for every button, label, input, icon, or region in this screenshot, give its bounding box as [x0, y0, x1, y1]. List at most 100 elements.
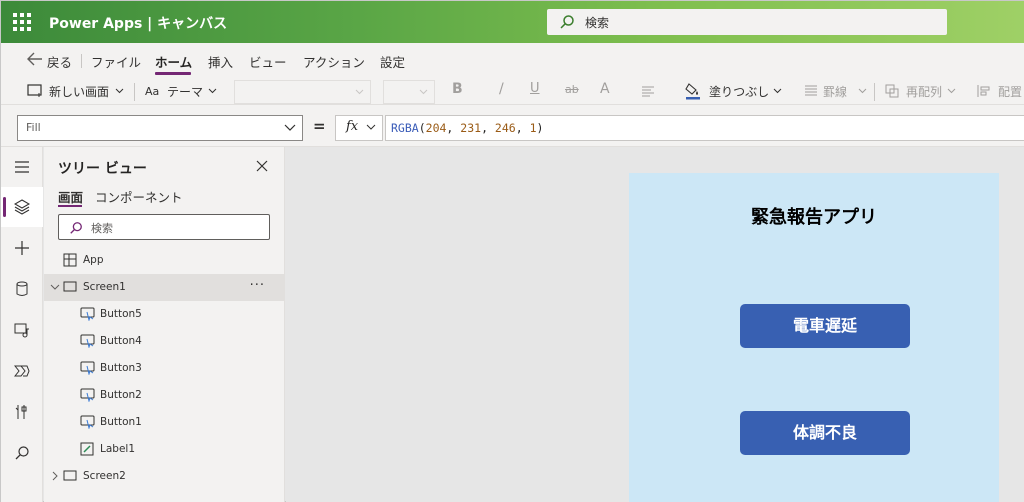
- label-control-icon: [80, 442, 94, 456]
- menu-divider: [81, 54, 82, 68]
- chevron-right-icon[interactable]: [50, 471, 60, 481]
- tree-node-label: Button2: [100, 389, 142, 401]
- tree-node-button4[interactable]: Button4: [44, 328, 285, 355]
- font-color-button[interactable]: A: [600, 81, 610, 97]
- tree-node-label: Button1: [100, 416, 142, 428]
- button-control-icon: [80, 307, 95, 321]
- formula-input[interactable]: RGBA(204, 231, 246, 1): [385, 115, 1024, 141]
- button-control-icon: [80, 361, 95, 375]
- app-heading-label[interactable]: 緊急報告アプリ: [629, 203, 999, 229]
- tree-view-title: ツリー ビュー: [58, 161, 147, 177]
- ribbon-divider: [874, 83, 875, 101]
- chevron-down-icon: [208, 88, 217, 94]
- underline-button[interactable]: U: [530, 81, 540, 96]
- border-icon: [805, 85, 817, 96]
- tree-search-placeholder: 検索: [91, 222, 113, 235]
- paint-bucket-icon: [685, 83, 700, 100]
- menu-insert[interactable]: 挿入: [208, 52, 233, 71]
- app-screen-preview[interactable]: 緊急報告アプリ 電車遅延 体調不良: [629, 173, 999, 502]
- tree-node-label1[interactable]: Label1: [44, 436, 285, 463]
- tree-search-input[interactable]: 検索: [58, 214, 270, 240]
- svg-text:Aa: Aa: [145, 85, 159, 98]
- tree-node-button1[interactable]: Button1: [44, 409, 285, 436]
- search-placeholder: 検索: [585, 16, 610, 30]
- menu-settings[interactable]: 設定: [380, 52, 405, 71]
- tab-components[interactable]: コンポーネント: [95, 187, 183, 206]
- power-automate-icon[interactable]: [1, 351, 43, 391]
- active-menu-indicator: [155, 72, 191, 75]
- tree-node-label: Button3: [100, 362, 142, 374]
- ribbon-divider: [134, 83, 135, 101]
- chevron-down-icon: [355, 89, 364, 95]
- search-icon[interactable]: [1, 433, 43, 473]
- tree-node-label: Button5: [100, 308, 142, 320]
- layers-icon[interactable]: [1, 187, 43, 227]
- menu-home[interactable]: ホーム: [155, 52, 192, 71]
- tree-node-label: Button4: [100, 335, 142, 347]
- chevron-down-icon: [947, 88, 956, 94]
- bold-button[interactable]: B: [452, 81, 463, 97]
- new-screen-icon: [27, 84, 42, 97]
- font-family-dropdown[interactable]: [234, 80, 371, 104]
- align-button[interactable]: 配置: [998, 83, 1022, 100]
- tree-node-label: App: [83, 254, 104, 266]
- tab-screens[interactable]: 画面: [58, 187, 83, 206]
- reorder-icon: [885, 84, 899, 98]
- chevron-down-icon: [115, 88, 124, 94]
- property-dropdown[interactable]: Fill: [17, 115, 303, 141]
- left-nav-rail: [1, 147, 43, 502]
- tree-node-button3[interactable]: Button3: [44, 355, 285, 382]
- media-icon[interactable]: [1, 310, 43, 350]
- tree-node-label: Screen2: [83, 470, 126, 482]
- tools-icon[interactable]: [1, 392, 43, 432]
- theme-button[interactable]: テーマ: [167, 83, 203, 100]
- formula-text: RGBA(204, 231, 246, 1): [391, 121, 544, 135]
- reorder-button[interactable]: 再配列: [906, 83, 942, 100]
- chevron-down-icon: [284, 124, 296, 131]
- chevron-down-icon: [366, 124, 376, 130]
- chevron-down-icon[interactable]: [50, 282, 60, 292]
- search-icon: [560, 15, 574, 29]
- property-value: Fill: [26, 121, 41, 134]
- menu-bar: 戻る ファイル ホーム 挿入 ビュー アクション 設定: [1, 43, 1024, 77]
- more-options-button[interactable]: ···: [250, 278, 265, 293]
- chevron-down-icon: [858, 88, 867, 94]
- strikethrough-button[interactable]: ab: [565, 83, 579, 96]
- global-search-input[interactable]: 検索: [547, 9, 947, 35]
- fill-button[interactable]: 塗りつぶし: [709, 83, 769, 100]
- menu-action[interactable]: アクション: [303, 52, 365, 71]
- tree-node-app[interactable]: App: [44, 247, 285, 274]
- menu-file[interactable]: ファイル: [91, 52, 141, 71]
- active-tab-indicator: [58, 205, 82, 207]
- tree-node-button5[interactable]: Button5: [44, 301, 285, 328]
- italic-button[interactable]: /: [499, 81, 504, 97]
- border-button[interactable]: 罫線: [823, 83, 847, 100]
- button-control-icon: [80, 334, 95, 348]
- fx-icon: fx: [346, 119, 359, 134]
- tree-node-screen1[interactable]: Screen1 ···: [44, 274, 285, 301]
- app-icon: [63, 253, 77, 267]
- insert-plus-icon[interactable]: [1, 228, 43, 268]
- font-size-dropdown[interactable]: [383, 80, 435, 104]
- back-button[interactable]: 戻る: [47, 52, 72, 71]
- close-icon[interactable]: [256, 160, 268, 172]
- back-arrow-icon[interactable]: [27, 52, 43, 66]
- app-title: Power Apps | キャンバス: [49, 16, 228, 32]
- tree-node-screen2[interactable]: Screen2: [44, 463, 285, 490]
- ribbon-toolbar: 新しい画面 Aa テーマ B / U ab A 塗りつぶし 罫線 再配列 配置: [1, 77, 1024, 105]
- search-icon: [70, 222, 82, 234]
- menu-icon[interactable]: [1, 147, 43, 187]
- formula-bar: Fill = fx RGBA(204, 231, 246, 1): [1, 105, 1024, 147]
- illness-button[interactable]: 体調不良: [740, 411, 910, 455]
- new-screen-button[interactable]: 新しい画面: [49, 83, 109, 100]
- function-button[interactable]: fx: [335, 115, 383, 141]
- text-align-icon[interactable]: [641, 85, 655, 97]
- app-launcher-icon[interactable]: [13, 13, 31, 31]
- tree-node-button2[interactable]: Button2: [44, 382, 285, 409]
- theme-icon: Aa: [145, 85, 159, 98]
- train-delay-button[interactable]: 電車遅延: [740, 304, 910, 348]
- menu-view[interactable]: ビュー: [249, 52, 287, 71]
- screen-icon: [63, 470, 77, 481]
- data-icon[interactable]: [1, 269, 43, 309]
- screen-icon: [63, 281, 77, 292]
